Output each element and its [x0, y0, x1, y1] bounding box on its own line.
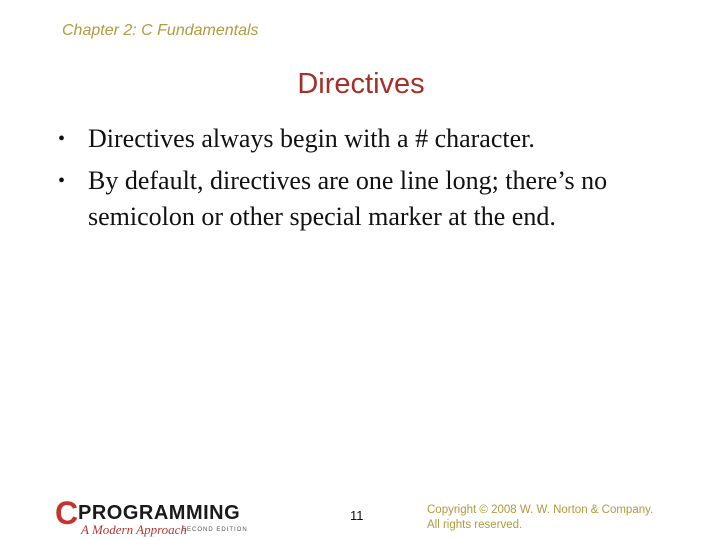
- bullet-icon: •: [58, 128, 66, 150]
- page-number: 11: [350, 508, 364, 523]
- bullet-item: • Directives always begin with a # chara…: [58, 121, 698, 157]
- logo-wordmark: PROGRAMMING: [78, 502, 241, 524]
- book-logo: C PROGRAMMING A Modern Approach SECOND E…: [55, 495, 270, 540]
- copyright-line: Copyright © 2008 W. W. Norton & Company.: [427, 504, 654, 516]
- logo-subtitle: A Modern Approach: [81, 522, 187, 537]
- bullet-text: By default, directives are one line long…: [88, 166, 608, 231]
- logo-edition: SECOND EDITION: [182, 527, 248, 533]
- slide-title: Directives: [297, 68, 425, 100]
- logo-c-letter: C: [55, 495, 79, 531]
- bullet-text: Directives always begin with a # charact…: [88, 124, 535, 153]
- bullet-item: • By default, directives are one line lo…: [58, 163, 698, 235]
- bullet-list: • Directives always begin with a # chara…: [58, 121, 698, 241]
- copyright-notice: Copyright © 2008 W. W. Norton & Company.…: [427, 503, 653, 533]
- chapter-header: Chapter 2: C Fundamentals: [62, 22, 259, 39]
- bullet-icon: •: [58, 170, 66, 192]
- rights-line: All rights reserved.: [427, 519, 523, 531]
